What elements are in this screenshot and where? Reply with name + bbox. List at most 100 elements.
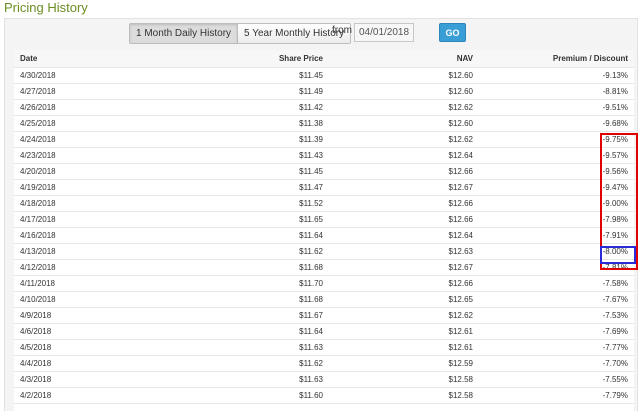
cell-date: 4/6/2018 (14, 323, 184, 340)
cell-nav: $12.60 (329, 115, 479, 132)
column-header-premium-discount[interactable]: Premium / Discount (479, 50, 634, 68)
cell-premium-discount: -7.98% (479, 211, 634, 228)
cell-premium-discount: -9.56% (479, 163, 634, 180)
table-row: 4/11/2018 $11.70 $12.66 -7.58% (14, 275, 634, 292)
table-row: 4/23/2018 $11.43 $12.64 -9.57% (14, 147, 634, 164)
table-row: 4/19/2018 $11.47 $12.67 -9.47% (14, 179, 634, 196)
cell-share-price: $11.42 (184, 99, 329, 116)
from-label: from (332, 25, 352, 36)
cell-premium-discount: -9.47% (479, 179, 634, 196)
cell-share-price: $11.68 (184, 291, 329, 308)
cell-premium-discount: -7.77% (479, 339, 634, 356)
table-row: 4/24/2018 $11.39 $12.62 -9.75% (14, 131, 634, 148)
column-header-nav[interactable]: NAV (329, 50, 479, 68)
cell-date: 4/3/2018 (14, 371, 184, 388)
cell-date: 4/5/2018 (14, 339, 184, 356)
cell-nav: $12.61 (329, 323, 479, 340)
table-row: 4/2/2018 $11.60 $12.58 -7.79% (14, 387, 634, 404)
cell-date: 4/20/2018 (14, 163, 184, 180)
cell-share-price: $11.45 (184, 163, 329, 180)
cell-date: 4/24/2018 (14, 131, 184, 148)
table-header-row: Date Share Price NAV Premium / Discount (14, 50, 634, 68)
cell-nav: $12.66 (329, 211, 479, 228)
pricing-history-table-container: Date Share Price NAV Premium / Discount … (14, 50, 634, 411)
cell-nav: $12.65 (329, 291, 479, 308)
cell-date: 4/18/2018 (14, 195, 184, 212)
cell-share-price: $11.49 (184, 83, 329, 100)
cell-share-price: $11.70 (184, 275, 329, 292)
table-row: 4/10/2018 $11.68 $12.65 -7.67% (14, 291, 634, 308)
cell-nav: $12.64 (329, 227, 479, 244)
table-row: 4/16/2018 $11.64 $12.64 -7.91% (14, 227, 634, 244)
cell-nav: $12.60 (329, 83, 479, 100)
table-row: 4/9/2018 $11.67 $12.62 -7.53% (14, 307, 634, 324)
cell-nav: $12.62 (329, 131, 479, 148)
cell-date: 4/11/2018 (14, 275, 184, 292)
cell-premium-discount: -7.70% (479, 355, 634, 372)
cell-premium-discount: -9.00% (479, 195, 634, 212)
table-row: 4/12/2018 $11.68 $12.67 -7.81% (14, 259, 634, 276)
cell-share-price: $11.45 (184, 67, 329, 84)
go-button[interactable]: GO (439, 23, 466, 42)
cell-nav: $12.63 (329, 243, 479, 260)
cell-date: 4/9/2018 (14, 307, 184, 324)
column-header-share-price[interactable]: Share Price (184, 50, 329, 68)
cell-premium-discount: -9.68% (479, 115, 634, 132)
cell-nav: $12.62 (329, 99, 479, 116)
cell-share-price: $11.62 (184, 243, 329, 260)
section-title: Pricing History (4, 0, 88, 15)
cell-date: 4/30/2018 (14, 67, 184, 84)
table-row: 4/3/2018 $11.63 $12.58 -7.55% (14, 371, 634, 388)
cell-premium-discount: -8.81% (479, 83, 634, 100)
table-row: 4/25/2018 $11.38 $12.60 -9.68% (14, 115, 634, 132)
table-row: 4/5/2018 $11.63 $12.61 -7.77% (14, 339, 634, 356)
cell-date: 4/17/2018 (14, 211, 184, 228)
cell-date: 4/4/2018 (14, 355, 184, 372)
table-row: 4/26/2018 $11.42 $12.62 -9.51% (14, 99, 634, 116)
cell-nav: $12.61 (329, 339, 479, 356)
cell-share-price: $11.68 (184, 259, 329, 276)
cell-nav: $12.66 (329, 195, 479, 212)
cell-premium-discount: -9.57% (479, 147, 634, 164)
cell-nav: $12.67 (329, 259, 479, 276)
cell-date: 4/2/2018 (14, 387, 184, 404)
cell-share-price: $11.60 (184, 387, 329, 404)
cell-date: 4/16/2018 (14, 227, 184, 244)
cell-date: 4/23/2018 (14, 147, 184, 164)
cell-nav: $12.58 (329, 387, 479, 404)
table-row: 4/27/2018 $11.49 $12.60 -8.81% (14, 83, 634, 100)
cell-premium-discount: -7.67% (479, 291, 634, 308)
cell-date: 4/19/2018 (14, 179, 184, 196)
from-date-input[interactable] (354, 23, 414, 42)
cell-premium-discount: -9.13% (479, 67, 634, 84)
cell-nav: $12.66 (329, 163, 479, 180)
table-row: 4/18/2018 $11.52 $12.66 -9.00% (14, 195, 634, 212)
cell-share-price: $11.52 (184, 195, 329, 212)
cell-share-price: $11.62 (184, 355, 329, 372)
tab-1-month-daily[interactable]: 1 Month Daily History (130, 24, 238, 43)
cell-date: 4/27/2018 (14, 83, 184, 100)
table-row: 4/6/2018 $11.64 $12.61 -7.69% (14, 323, 634, 340)
cell-share-price: $11.64 (184, 323, 329, 340)
cell-nav: $12.67 (329, 179, 479, 196)
cell-share-price: $11.67 (184, 307, 329, 324)
cell-premium-discount: -7.58% (479, 275, 634, 292)
cell-share-price: $11.43 (184, 147, 329, 164)
cell-share-price: $11.39 (184, 131, 329, 148)
cell-date: 4/12/2018 (14, 259, 184, 276)
cell-share-price: $11.65 (184, 211, 329, 228)
cell-share-price: $11.38 (184, 115, 329, 132)
cell-premium-discount: -9.51% (479, 99, 634, 116)
cell-nav: $12.59 (329, 355, 479, 372)
column-header-date[interactable]: Date (14, 50, 184, 68)
cell-premium-discount: -7.81% (479, 259, 634, 276)
cell-date: 4/25/2018 (14, 115, 184, 132)
cell-share-price: $11.47 (184, 179, 329, 196)
cell-nav: $12.66 (329, 275, 479, 292)
cell-premium-discount: -7.53% (479, 307, 634, 324)
cell-date: 4/13/2018 (14, 243, 184, 260)
cell-share-price: $11.63 (184, 339, 329, 356)
cell-share-price: $11.64 (184, 227, 329, 244)
history-range-toggle: 1 Month Daily History 5 Year Monthly His… (129, 23, 352, 44)
cell-nav: $12.64 (329, 147, 479, 164)
